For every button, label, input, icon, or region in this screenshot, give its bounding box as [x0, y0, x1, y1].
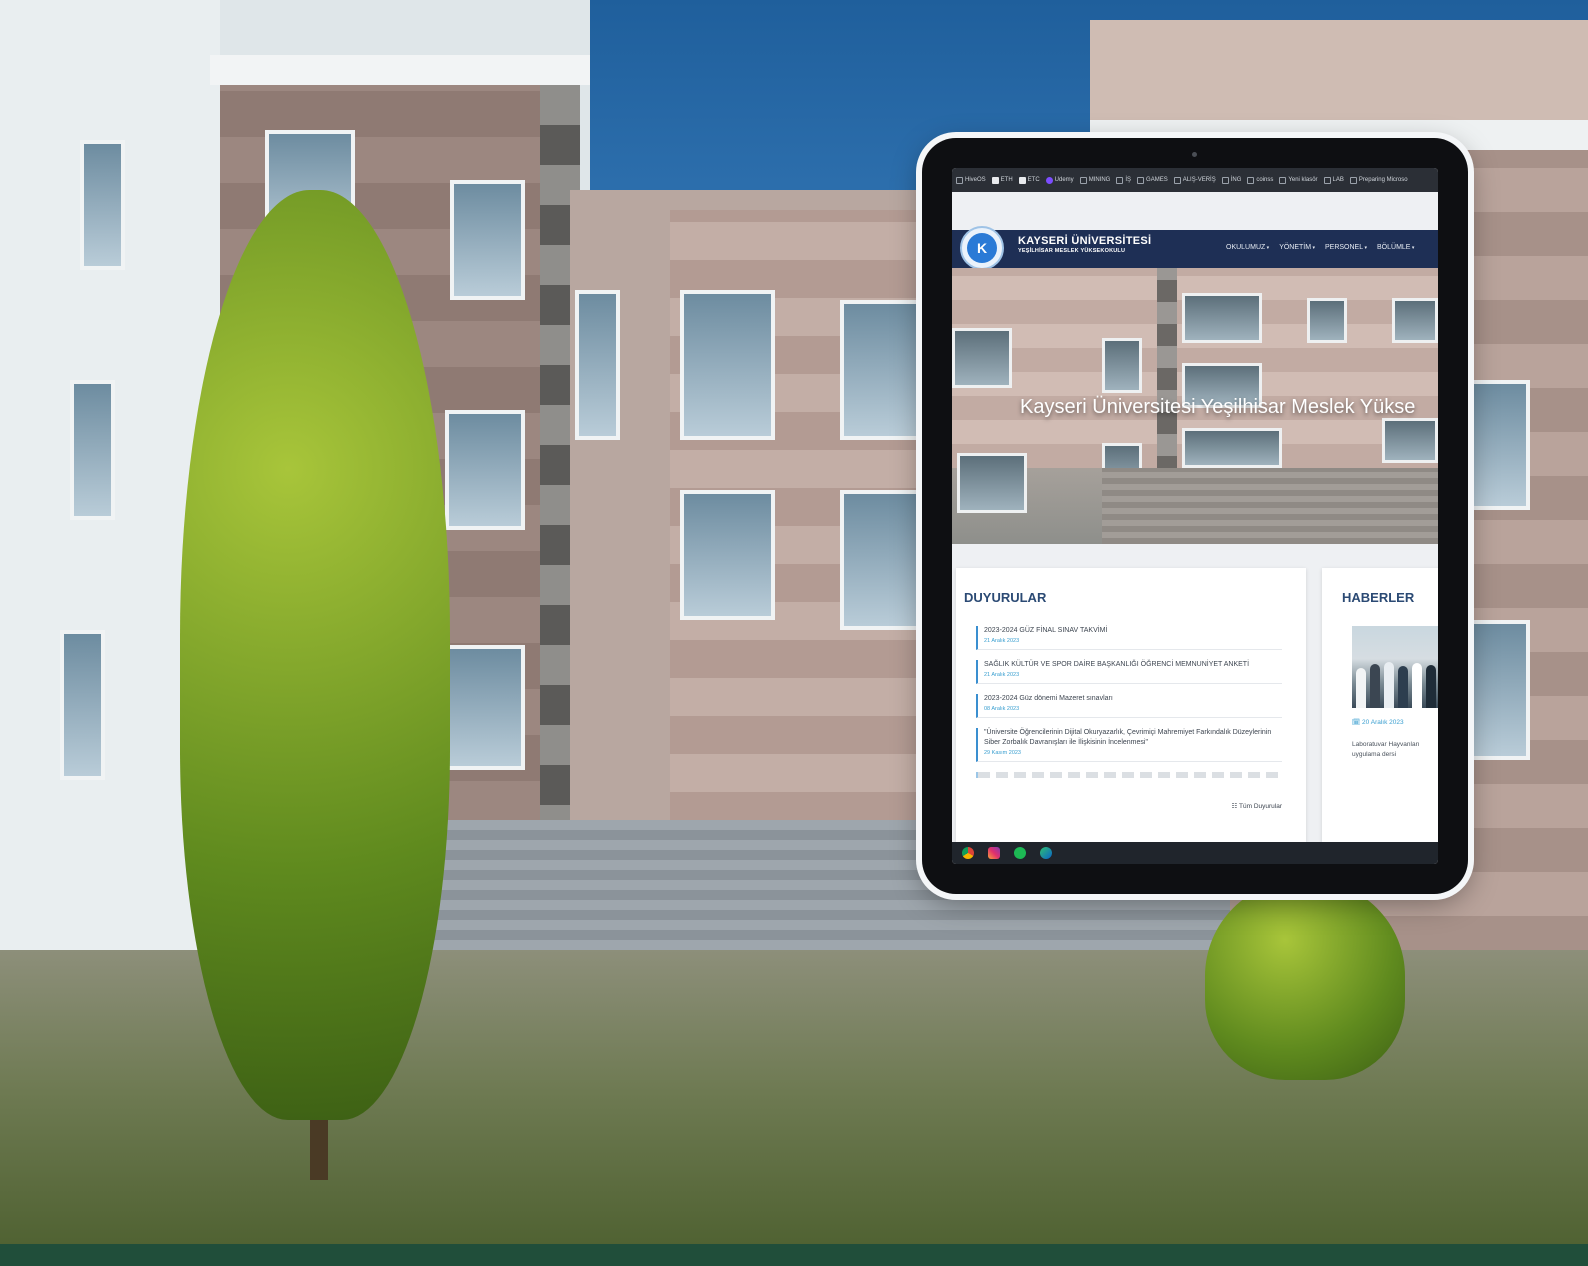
- bookmark-label: İŞ: [1125, 177, 1132, 183]
- bookmark-label: MINING: [1088, 177, 1111, 183]
- bottom-bar: [0, 1244, 1588, 1266]
- announcement-title: SAĞLIK KÜLTÜR VE SPOR DAİRE BAŞKANLIĞI Ö…: [984, 661, 1250, 668]
- bookmark-label: Preparing Microso: [1358, 177, 1408, 183]
- news-heading: HABERLER: [1342, 590, 1415, 605]
- instagram-icon[interactable]: [988, 847, 1000, 859]
- folder-icon: [1221, 176, 1229, 184]
- brand-subtitle: YEŞİLHİSAR MESLEK YÜKSEKOKULU: [1018, 248, 1126, 254]
- cypress-tree-left: [180, 190, 450, 1120]
- bookmark-label: GAMES: [1146, 177, 1168, 183]
- bookmark-item[interactable]: HiveOS: [956, 176, 986, 184]
- file-icon: [991, 176, 999, 184]
- chrome-icon[interactable]: [962, 847, 974, 859]
- bookmark-label: LAB: [1332, 177, 1344, 183]
- bookmark-item[interactable]: Yeni klasör: [1279, 176, 1318, 184]
- announcements-list: 2023-2024 GÜZ FİNAL SINAV TAKVİMİ 21 Ara…: [976, 626, 1282, 778]
- announcement-title: 2023-2024 Güz dönemi Mazeret sınavları: [984, 695, 1113, 702]
- logo-letter: K: [967, 233, 997, 263]
- edge-icon[interactable]: [1040, 847, 1052, 859]
- bookmark-label: coinss: [1256, 177, 1274, 183]
- bookmark-item[interactable]: LAB: [1323, 176, 1344, 184]
- bookmark-label: Udemy: [1054, 177, 1074, 183]
- bookmark-label: ALIŞ-VERİŞ: [1182, 177, 1216, 183]
- main-menu: OKULUMUZ YÖNETİM PERSONEL BÖLÜMLE: [1226, 244, 1414, 251]
- microsoft-icon: [1349, 176, 1357, 184]
- bookmark-label: ETH: [1000, 177, 1013, 183]
- site-navbar: K KAYSERİ ÜNİVERSİTESİ YEŞİLHİSAR MESLEK…: [952, 226, 1438, 270]
- announcements-card: DUYURULAR 2023-2024 GÜZ FİNAL SINAV TAKV…: [956, 568, 1306, 842]
- file-icon: [1018, 176, 1026, 184]
- camera-icon: [1192, 152, 1197, 157]
- announcement-item[interactable]: 2023-2024 GÜZ FİNAL SINAV TAKVİMİ 21 Ara…: [976, 626, 1282, 650]
- announcement-item[interactable]: SAĞLIK KÜLTÜR VE SPOR DAİRE BAŞKANLIĞI Ö…: [976, 660, 1282, 684]
- announcement-date: 21 Aralık 2023: [984, 672, 1020, 678]
- bookmark-item[interactable]: coinss: [1247, 176, 1274, 184]
- folder-icon: [1173, 176, 1181, 184]
- website-page: K KAYSERİ ÜNİVERSİTESİ YEŞİLHİSAR MESLEK…: [952, 192, 1438, 842]
- spotify-icon[interactable]: [1014, 847, 1026, 859]
- udemy-icon: [1045, 176, 1053, 184]
- brand[interactable]: KAYSERİ ÜNİVERSİTESİ YEŞİLHİSAR MESLEK Y…: [1018, 235, 1151, 254]
- bookmark-label: İNG: [1230, 177, 1242, 183]
- announcements-heading: DUYURULAR: [964, 590, 1047, 605]
- bookmark-label: HiveOS: [965, 177, 986, 183]
- building-middle: [570, 190, 930, 830]
- bookmark-item[interactable]: Preparing Microso: [1349, 176, 1408, 184]
- taskbar: [952, 842, 1438, 864]
- bookmark-item[interactable]: MINING: [1079, 176, 1111, 184]
- menu-item-okulumuz[interactable]: OKULUMUZ: [1226, 244, 1269, 251]
- tablet-device: HiveOS ETH ETC Udemy MINING İŞ GAMES ALIŞ-VERİŞ…: [922, 138, 1468, 894]
- tablet-screen: HiveOS ETH ETC Udemy MINING İŞ GAMES ALIŞ-VERİŞ…: [952, 168, 1438, 864]
- cypress-tree-right: [1205, 880, 1405, 1080]
- all-announcements-link[interactable]: ☷ Tüm Duyurular: [1232, 802, 1283, 810]
- announcement-item[interactable]: 2023-2024 Güz dönemi Mazeret sınavları 0…: [976, 694, 1282, 718]
- news-date: 🗓 20 Aralık 2023: [1352, 719, 1404, 726]
- news-text[interactable]: Laboratuvar Hayvanları uygulama dersi: [1352, 740, 1438, 760]
- bookmarks-bar: HiveOS ETH ETC Udemy MINING İŞ GAMES ALIŞ-VERİŞ…: [952, 168, 1438, 192]
- folder-icon: [1247, 176, 1255, 184]
- news-image[interactable]: [1352, 626, 1438, 708]
- menu-item-personel[interactable]: PERSONEL: [1325, 244, 1367, 251]
- announcement-date: 29 Kasım 2023: [984, 750, 1021, 756]
- announcement-item[interactable]: "Üniversite Öğrencilerinin Dijital Okury…: [976, 728, 1282, 762]
- folder-icon: [1137, 176, 1145, 184]
- announcement-title: "Üniversite Öğrencilerinin Dijital Okury…: [984, 729, 1272, 746]
- bookmark-label: Yeni klasör: [1288, 177, 1318, 183]
- bookmark-item[interactable]: ALIŞ-VERİŞ: [1173, 176, 1216, 184]
- folder-icon: [1079, 176, 1087, 184]
- announcement-title: 2023-2024 GÜZ FİNAL SINAV TAKVİMİ: [984, 627, 1108, 634]
- hero-title: Kayseri Üniversitesi Yeşilhisar Meslek Y…: [1020, 396, 1416, 418]
- hero-banner: Kayseri Üniversitesi Yeşilhisar Meslek Y…: [952, 268, 1438, 544]
- menu-item-bolumler[interactable]: BÖLÜMLE: [1377, 244, 1414, 251]
- news-text-line: uygulama dersi: [1352, 751, 1397, 758]
- bookmark-item[interactable]: Udemy: [1045, 176, 1074, 184]
- news-text-line: Laboratuvar Hayvanları: [1352, 741, 1420, 748]
- announcement-item-partial: [976, 772, 1282, 778]
- brand-title: KAYSERİ ÜNİVERSİTESİ: [1018, 235, 1152, 247]
- folder-icon: [1116, 176, 1124, 184]
- announcement-date: 08 Aralık 2023: [984, 706, 1020, 712]
- bookmark-item[interactable]: ETC: [1018, 176, 1040, 184]
- bookmark-label: ETC: [1027, 177, 1040, 183]
- bookmark-item[interactable]: İNG: [1221, 176, 1242, 184]
- folder-icon: [1323, 176, 1331, 184]
- bookmark-item[interactable]: İŞ: [1116, 176, 1132, 184]
- bookmark-item[interactable]: GAMES: [1137, 176, 1168, 184]
- announcement-date: 21 Aralık 2023: [984, 638, 1020, 644]
- hiveos-icon: [956, 176, 963, 184]
- menu-item-yonetim[interactable]: YÖNETİM: [1279, 244, 1315, 251]
- bookmark-item[interactable]: ETH: [991, 176, 1013, 184]
- folder-icon: [1279, 176, 1287, 184]
- university-logo[interactable]: K: [960, 226, 1004, 270]
- news-card: HABERLER 🗓 20 Aralık 2023 Laboratuvar Ha…: [1322, 568, 1438, 842]
